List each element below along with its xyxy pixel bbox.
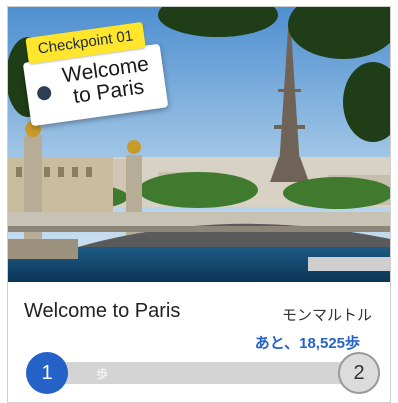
checkpoint-info: Welcome to Paris モンマルトル あと、18,525歩 歩 1 2 bbox=[8, 282, 390, 402]
checkpoint-end-node: 2 bbox=[338, 352, 380, 394]
hero-photo: Welcome to Paris Checkpoint 01 bbox=[8, 7, 390, 282]
remaining-steps: あと、18,525歩 bbox=[254, 335, 360, 352]
badge-title: Welcome to Paris bbox=[60, 52, 151, 109]
checkpoint-start-node: 1 bbox=[26, 352, 68, 394]
steps-unit: 歩 bbox=[96, 367, 109, 381]
checkpoint-title: Welcome to Paris bbox=[24, 300, 181, 322]
location-icon bbox=[36, 85, 53, 102]
next-destination: モンマルトル bbox=[281, 307, 372, 324]
checkpoint-card[interactable]: Welcome to Paris Checkpoint 01 Welcome t… bbox=[7, 6, 391, 403]
progress-track: 歩 bbox=[46, 362, 362, 384]
